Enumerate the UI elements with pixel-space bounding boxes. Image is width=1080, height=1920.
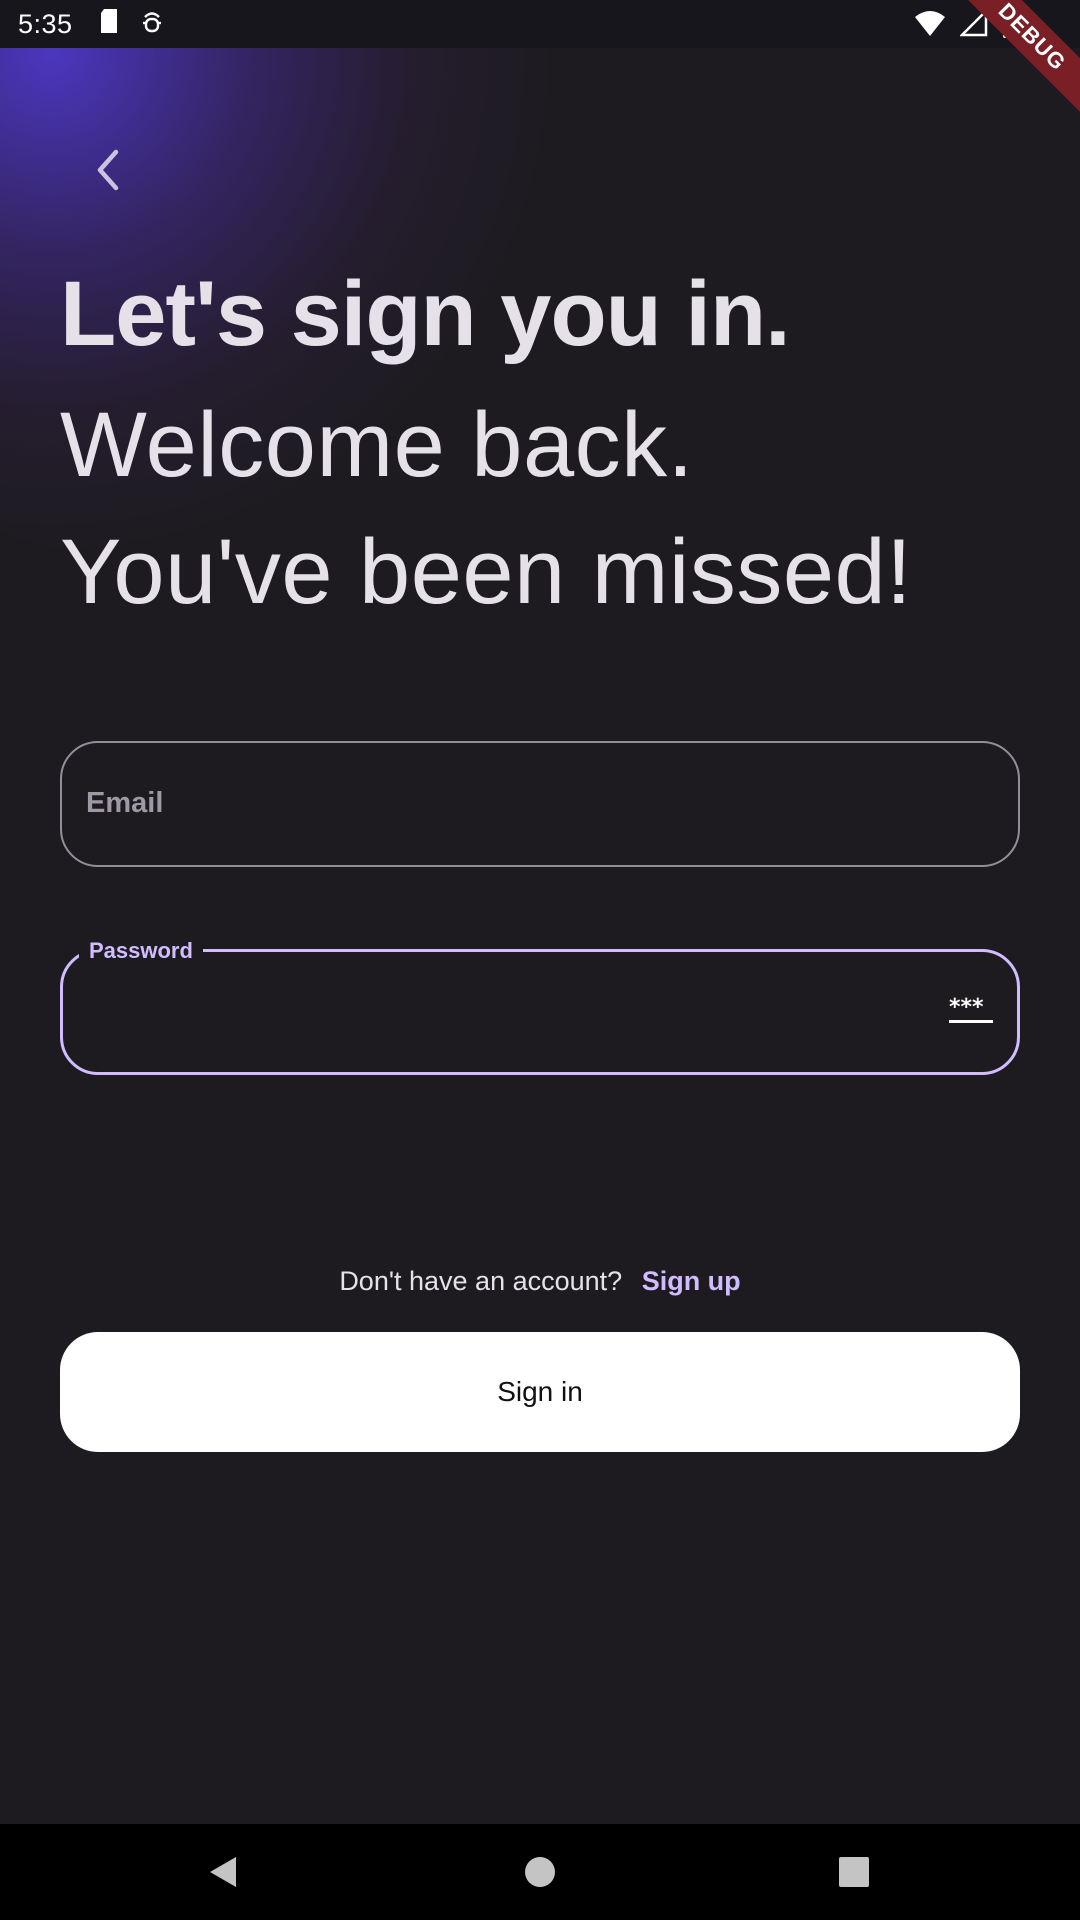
status-bar: 5:35	[0, 0, 1080, 48]
system-nav-bar	[0, 1824, 1080, 1920]
android-debug-icon	[141, 8, 163, 41]
email-placeholder: Email	[86, 787, 164, 819]
password-field[interactable]: Password ***	[60, 938, 1020, 1075]
password-visibility-icon[interactable]: ***	[949, 994, 995, 1026]
recents-square-icon	[839, 1857, 869, 1887]
back-triangle-icon	[210, 1857, 236, 1887]
sd-card-icon	[99, 8, 119, 41]
nav-back-button[interactable]	[174, 1824, 270, 1920]
sign-in-button[interactable]: Sign in	[60, 1332, 1020, 1452]
missed-text: You've been missed!	[60, 521, 913, 623]
page-title: Let's sign you in.	[60, 263, 791, 365]
signup-prompt: Don't have an account?	[339, 1266, 623, 1296]
sign-in-screen: 5:35 DEBUG Let's sign you in. Welcome ba…	[0, 0, 1080, 1920]
signup-row: Don't have an account? Sign up	[0, 1266, 1080, 1297]
chevron-left-icon	[97, 149, 119, 191]
email-field[interactable]: Email	[60, 741, 1020, 867]
svg-text:***: ***	[949, 995, 984, 1020]
nav-recents-button[interactable]	[806, 1824, 902, 1920]
welcome-text: Welcome back.	[60, 394, 694, 496]
home-circle-icon	[525, 1857, 555, 1887]
password-label: Password	[79, 938, 203, 964]
wifi-icon	[914, 9, 946, 44]
signup-link[interactable]: Sign up	[642, 1266, 741, 1296]
back-button[interactable]	[78, 140, 138, 200]
nav-home-button[interactable]	[492, 1824, 588, 1920]
status-time: 5:35	[18, 8, 73, 39]
